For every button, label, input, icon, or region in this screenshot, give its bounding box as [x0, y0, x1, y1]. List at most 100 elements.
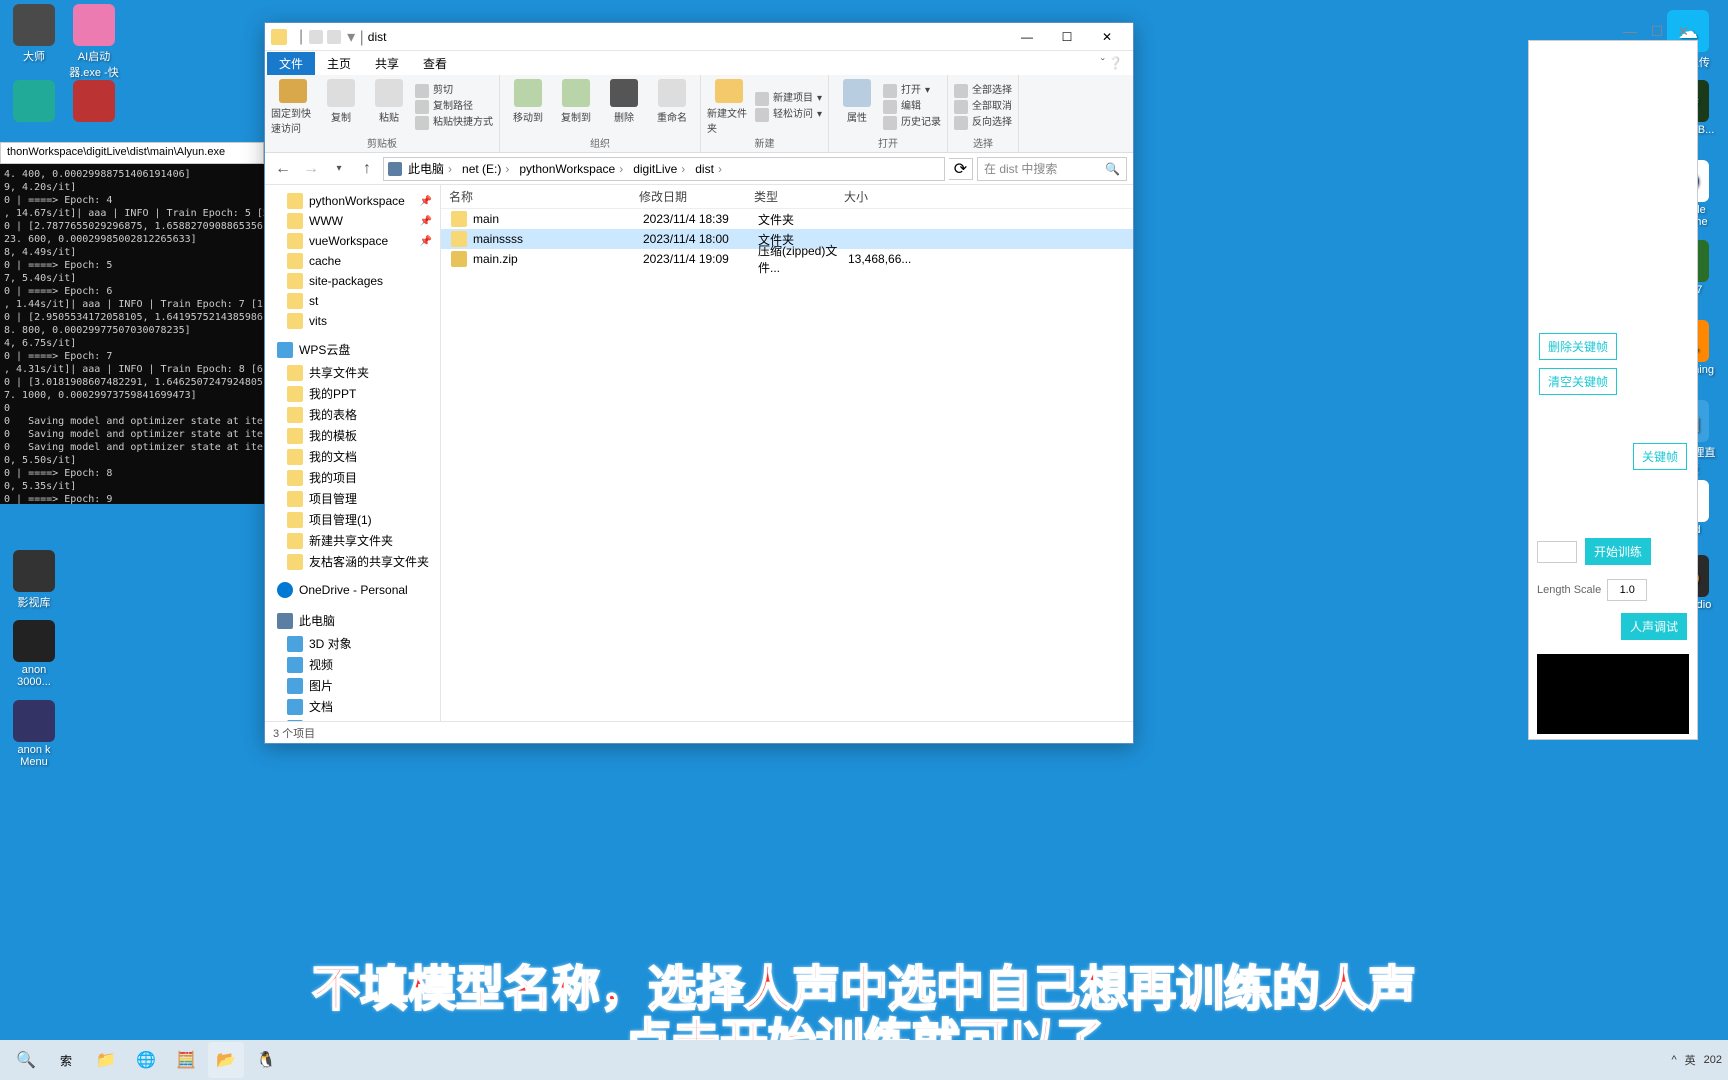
edit-button[interactable]: 编辑 — [883, 99, 941, 115]
nav-tree[interactable]: pythonWorkspace📌WWW📌vueWorkspace📌cachesi… — [265, 185, 441, 721]
sidebar-item[interactable]: vueWorkspace📌 — [265, 231, 440, 251]
sidebar-item[interactable]: 视频 — [265, 654, 440, 675]
sidebar-item[interactable]: 图片 — [265, 675, 440, 696]
sidebar-item[interactable]: cache — [265, 251, 440, 271]
taskbar-app[interactable]: 🐧 — [248, 1042, 284, 1078]
easyaccess-button[interactable]: 轻松访问 ▾ — [755, 107, 822, 123]
paste-button[interactable]: 粘贴 — [367, 79, 411, 135]
clock[interactable]: 202 — [1704, 1054, 1722, 1066]
desktop-icon[interactable]: 影视库 — [4, 550, 64, 610]
search-input[interactable]: 在 dist 中搜索🔍 — [977, 157, 1127, 181]
recent-button[interactable]: ▾ — [327, 157, 351, 181]
sidebar-item[interactable]: 我的表格 — [265, 404, 440, 425]
properties-button[interactable]: 属性 — [835, 79, 879, 135]
table-row[interactable]: main.zip2023/11/4 19:09压缩(zipped)文件...13… — [441, 249, 1133, 269]
taskbar-app[interactable]: 🧮 — [168, 1042, 204, 1078]
sidebar-item[interactable]: st — [265, 291, 440, 311]
tab-view[interactable]: 查看 — [411, 52, 459, 75]
cut-button[interactable]: 剪切 — [415, 83, 493, 99]
selectnone-button[interactable]: 全部取消 — [954, 99, 1012, 115]
pc-icon — [388, 162, 402, 176]
param-input[interactable] — [1537, 541, 1577, 563]
sidebar-item[interactable]: vits — [265, 311, 440, 331]
refresh-button[interactable]: ⟳ — [949, 158, 973, 180]
minimize-icon[interactable]: — — [1623, 23, 1637, 40]
back-button[interactable]: ← — [271, 157, 295, 181]
close-icon[interactable]: ✕ — [1677, 23, 1689, 40]
taskbar-app[interactable]: 🌐 — [128, 1042, 164, 1078]
open-button[interactable]: 打开 ▾ — [883, 83, 941, 99]
status-bar: 3 个项目 — [265, 721, 1133, 743]
moveto-button[interactable]: 移动到 — [506, 79, 550, 135]
tab-file[interactable]: 文件 — [267, 52, 315, 75]
group-label: 新建 — [707, 135, 822, 150]
pin-quickaccess-button[interactable]: 固定到快速访问 — [271, 79, 315, 135]
maximize-button[interactable]: ☐ — [1047, 23, 1087, 51]
sidebar-item[interactable]: 我的文档 — [265, 446, 440, 467]
tab-share[interactable]: 共享 — [363, 52, 411, 75]
col-name[interactable]: 名称 — [441, 188, 631, 205]
sidebar-item[interactable]: 友枯客涵的共享文件夹 — [265, 551, 440, 572]
col-date[interactable]: 修改日期 — [631, 188, 746, 205]
copyto-button[interactable]: 复制到 — [554, 79, 598, 135]
desktop-icon[interactable]: anon 3000... — [4, 620, 64, 688]
taskbar-app[interactable]: 📁 — [88, 1042, 124, 1078]
table-row[interactable]: main2023/11/4 18:39文件夹 — [441, 209, 1133, 229]
selectall-button[interactable]: 全部选择 — [954, 83, 1012, 99]
tab-home[interactable]: 主页 — [315, 52, 363, 75]
pasteshortcut-button[interactable]: 粘贴快捷方式 — [415, 115, 493, 131]
tray-icon[interactable]: ^ — [1671, 1054, 1676, 1066]
copy-button[interactable]: 复制 — [319, 79, 363, 135]
sidebar-item[interactable]: 项目管理(1) — [265, 509, 440, 530]
ime-indicator[interactable]: 英 — [1685, 1052, 1696, 1068]
group-label: 打开 — [835, 135, 941, 150]
sidebar-item[interactable]: 文档 — [265, 696, 440, 717]
start-train-button[interactable]: 开始训练 — [1585, 538, 1651, 565]
desktop-icon[interactable] — [4, 80, 64, 124]
col-size[interactable]: 大小 — [836, 188, 916, 205]
forward-button[interactable]: → — [299, 157, 323, 181]
newfolder-button[interactable]: 新建文件夹 — [707, 79, 751, 135]
newitem-button[interactable]: 新建项目 ▾ — [755, 91, 822, 107]
history-button[interactable]: 历史记录 — [883, 115, 941, 131]
desktop-icon[interactable] — [64, 80, 124, 124]
up-button[interactable]: ↑ — [355, 157, 379, 181]
desktop-icon[interactable]: anon k Menu — [4, 700, 64, 768]
clear-keyframe-button[interactable]: 清空关键帧 — [1539, 368, 1617, 395]
maximize-icon[interactable]: ☐ — [1651, 23, 1664, 40]
start-button[interactable]: 🔍 — [8, 1042, 44, 1078]
qat-icon[interactable] — [327, 30, 341, 44]
minimize-button[interactable]: — — [1007, 23, 1047, 51]
delete-keyframe-button[interactable]: 删除关键帧 — [1539, 333, 1617, 360]
voice-test-button[interactable]: 人声调试 — [1621, 613, 1687, 640]
sidebar-item[interactable]: 我的模板 — [265, 425, 440, 446]
sidebar-section-pc[interactable]: 此电脑 — [265, 608, 440, 633]
taskbar[interactable]: 🔍 索 📁 🌐 🧮 📂 🐧 ^ 英 202 — [0, 1040, 1728, 1080]
sidebar-section-onedrive[interactable]: OneDrive - Personal — [265, 578, 440, 602]
qat-icon[interactable] — [309, 30, 323, 44]
sidebar-item[interactable]: WWW📌 — [265, 211, 440, 231]
search-text[interactable]: 索 — [48, 1042, 84, 1078]
console-output: 4. 400, 0.00029988751406191406] 9, 4.20s… — [0, 164, 264, 504]
keyframe-button[interactable]: 关键帧 — [1633, 443, 1687, 470]
sidebar-item[interactable]: site-packages — [265, 271, 440, 291]
sidebar-section-wps[interactable]: WPS云盘 — [265, 337, 440, 362]
sidebar-item[interactable]: 3D 对象 — [265, 633, 440, 654]
sidebar-item[interactable]: pythonWorkspace📌 — [265, 191, 440, 211]
breadcrumb[interactable]: 此电脑 net (E:) pythonWorkspace digitLive d… — [383, 157, 945, 181]
col-type[interactable]: 类型 — [746, 188, 836, 205]
close-button[interactable]: ✕ — [1087, 23, 1127, 51]
length-scale-input[interactable] — [1607, 579, 1647, 601]
ribbon-collapse-icon[interactable]: ˇ ❔ — [1093, 56, 1131, 70]
sidebar-item[interactable]: 我的项目 — [265, 467, 440, 488]
desktop-icon[interactable]: 大师 — [4, 4, 64, 64]
sidebar-item[interactable]: 共享文件夹 — [265, 362, 440, 383]
sidebar-item[interactable]: 我的PPT — [265, 383, 440, 404]
taskbar-app[interactable]: 📂 — [208, 1042, 244, 1078]
rename-button[interactable]: 重命名 — [650, 79, 694, 135]
sidebar-item[interactable]: 新建共享文件夹 — [265, 530, 440, 551]
copypath-button[interactable]: 复制路径 — [415, 99, 493, 115]
invert-button[interactable]: 反向选择 — [954, 115, 1012, 131]
delete-button[interactable]: 删除 — [602, 79, 646, 135]
sidebar-item[interactable]: 项目管理 — [265, 488, 440, 509]
